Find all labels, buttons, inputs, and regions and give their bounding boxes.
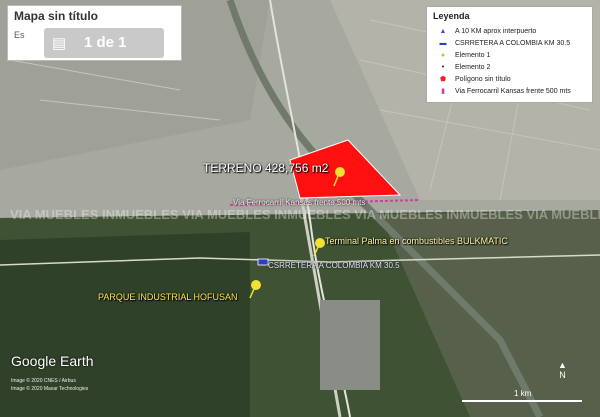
black-dot-icon: • (441, 64, 445, 71)
legend-item-label: Polígono sin título (455, 76, 511, 83)
north-arrow-icon: ▲ (558, 360, 567, 370)
label-parque-industrial: PARQUE INDUSTRIAL HOFUSAN (98, 292, 238, 302)
page-indicator[interactable]: ▤ 1 de 1 (44, 28, 164, 58)
label-carretera: CSRRETERA A COLOMBIA KM 30.5 (268, 261, 400, 270)
legend-item-ferrocarril[interactable]: ▮ Via Ferrocarril Kansas frente 500 mts (437, 87, 571, 97)
yellow-pushpin-icon (315, 238, 325, 248)
legend-item-interpuerto[interactable]: ▲ A 10 KM aprox interpuerto (437, 27, 537, 37)
legend-item-label: A 10 KM aprox interpuerto (455, 28, 537, 35)
yellow-pushpin-icon: ● (440, 52, 446, 59)
label-ferrocarril: Via Ferrocarril Kansas frente 500 mts (233, 198, 366, 207)
label-terreno: TERRENO 428,756 m2 (203, 161, 329, 175)
legend-item-poligono[interactable]: ⬟ Polígono sin título (437, 75, 511, 85)
legend-item-label: CSRRETERA A COLOMBIA KM 30.5 (455, 40, 571, 47)
scale-line (462, 400, 582, 402)
north-label: N (559, 370, 566, 380)
car-icon: ▬ (439, 40, 447, 47)
legend-item-carretera[interactable]: ▬ CSRRETERA A COLOMBIA KM 30.5 (437, 39, 571, 49)
legend-item-elemento-1[interactable]: ● Elemento 1 (437, 51, 491, 61)
credit-line: Image © 2020 Maxar Technologies (11, 386, 89, 392)
blue-triangle-icon: ▲ (439, 28, 447, 35)
label-bulkmatic: Terminal Palma en combustibles BULKMATIC (325, 236, 508, 246)
industrial-area (320, 300, 380, 390)
imagery-credits: Image © 2020 CNES / Airbus Image © 2020 … (11, 377, 88, 393)
yellow-pushpin-icon (335, 167, 345, 177)
page-indicator-label: 1 de 1 (84, 34, 127, 51)
yellow-pushpin-icon (251, 280, 261, 290)
scale-bar: 1 km (462, 389, 582, 403)
legend-item-label: Elemento 1 (455, 52, 491, 59)
map-frame: VIA MUEBLES INMUEBLES VIA MUEBLES INMUEB… (0, 0, 600, 417)
legend-item-elemento-2[interactable]: • Elemento 2 (437, 63, 491, 73)
map-subtitle: Es (14, 30, 25, 40)
map-title: Mapa sin título (14, 9, 98, 23)
google-earth-logo: Google Earth (11, 353, 94, 369)
red-polygon-icon: ⬟ (439, 76, 447, 83)
watermark: VIA MUEBLES INMUEBLES VIA MUEBLES INMUEB… (10, 207, 600, 221)
scale-label: 1 km (514, 389, 532, 398)
legend-item-label: Elemento 2 (455, 64, 491, 71)
legend-item-label: Via Ferrocarril Kansas frente 500 mts (455, 88, 571, 95)
pin-carretera[interactable] (257, 258, 269, 266)
legend-header: Leyenda (433, 11, 470, 21)
book-icon: ▤ (52, 35, 67, 52)
car-icon (257, 258, 269, 266)
title-panel: Mapa sin título Es ▤ 1 de 1 (7, 5, 182, 61)
north-arrow[interactable]: ▲ N (558, 360, 567, 380)
legend-panel: Leyenda ▲ A 10 KM aprox interpuerto ▬ CSRR… (426, 6, 593, 103)
credit-line: Image © 2020 CNES / Airbus (11, 378, 76, 384)
train-icon: ▮ (441, 88, 445, 95)
